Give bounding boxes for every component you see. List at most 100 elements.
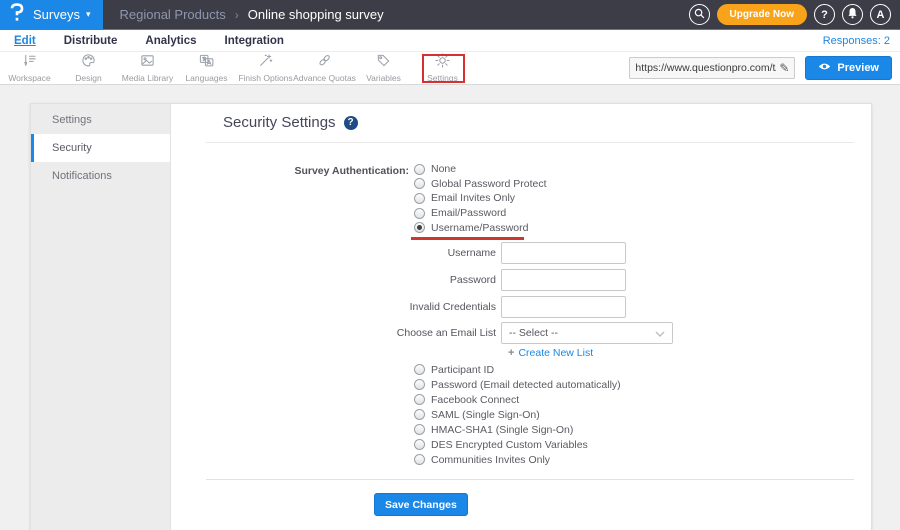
help-button[interactable]: ?	[814, 4, 835, 25]
radio-option-global-password-protect[interactable]: Global Password Protect	[414, 177, 547, 192]
palette-icon	[81, 53, 96, 73]
radio-option-facebook-connect[interactable]: Facebook Connect	[414, 392, 621, 407]
top-header: Surveys ▾ Regional Products › Online sho…	[0, 0, 900, 30]
radio-option-password-email-detected[interactable]: Password (Email detected automatically)	[414, 377, 621, 392]
tool-label: Settings	[427, 73, 458, 83]
breadcrumb-folder[interactable]: Regional Products	[120, 7, 226, 22]
radio-icon[interactable]	[414, 424, 425, 435]
email-list-row: Choose an Email List -- Select --	[171, 322, 673, 344]
radio-icon[interactable]	[414, 454, 425, 465]
radio-option-email-password[interactable]: Email/Password	[414, 206, 547, 221]
tool-label: Languages	[185, 73, 228, 83]
radio-label: None	[431, 163, 457, 176]
sidebar-item-security[interactable]: Security	[31, 134, 170, 162]
edit-toolbar: Workspace Design Media Library Languages…	[0, 52, 900, 85]
password-row: Password	[171, 269, 626, 291]
radio-option-participant-id[interactable]: Participant ID	[414, 362, 621, 377]
breadcrumb: Regional Products › Online shopping surv…	[120, 0, 384, 29]
tool-languages[interactable]: Languages	[177, 52, 236, 84]
radio-icon-selected[interactable]	[414, 222, 425, 234]
username-row: Username	[171, 242, 626, 264]
edit-url-icon[interactable]: ✎	[779, 61, 789, 75]
search-icon	[694, 8, 705, 22]
tool-label: Media Library	[121, 73, 174, 83]
header-actions: Upgrade Now ? A	[688, 0, 900, 29]
invalid-credentials-input[interactable]	[501, 296, 626, 318]
radio-icon[interactable]	[414, 379, 425, 390]
upgrade-now-button[interactable]: Upgrade Now	[716, 4, 807, 25]
bell-icon	[847, 7, 858, 22]
tab-edit[interactable]: Edit	[0, 35, 50, 47]
radio-option-des-encrypted[interactable]: DES Encrypted Custom Variables	[414, 437, 621, 452]
radio-icon[interactable]	[414, 394, 425, 405]
search-button[interactable]	[688, 4, 710, 25]
radio-icon[interactable]	[414, 364, 425, 375]
create-new-list-link[interactable]: + Create New List	[508, 347, 593, 359]
workspace-icon	[22, 53, 37, 73]
tab-analytics[interactable]: Analytics	[131, 35, 210, 47]
radio-label: Global Password Protect	[431, 177, 547, 190]
tab-integration[interactable]: Integration	[211, 35, 298, 47]
notifications-button[interactable]	[842, 4, 863, 25]
sidebar-item-notifications[interactable]: Notifications	[31, 162, 170, 190]
security-settings-main: Security Settings ? Survey Authenticatio…	[171, 104, 871, 530]
sidebar-item-settings[interactable]: Settings	[31, 106, 170, 134]
tool-label: Finish Options	[238, 73, 293, 83]
chevron-down-icon: ▾	[85, 9, 91, 19]
settings-sidebar: Settings Security Notifications	[31, 104, 171, 530]
radio-icon[interactable]	[414, 207, 425, 219]
password-input[interactable]	[501, 269, 626, 291]
chain-links-icon	[317, 53, 332, 73]
tool-design[interactable]: Design	[59, 52, 118, 84]
radio-icon[interactable]	[414, 409, 425, 420]
radio-option-username-password[interactable]: Username/Password	[414, 220, 547, 235]
toolbar-right: https://www.questionpro.com/t/APNrFZ ✎ P…	[629, 52, 900, 84]
app-window: Surveys ▾ Regional Products › Online sho…	[0, 0, 900, 530]
survey-url-text: https://www.questionpro.com/t/APNrFZ	[635, 62, 776, 74]
password-label: Password	[449, 274, 496, 286]
radio-label: Email/Password	[431, 207, 507, 220]
tab-distribute[interactable]: Distribute	[50, 35, 132, 47]
preview-button[interactable]: Preview	[805, 56, 892, 80]
radio-option-saml[interactable]: SAML (Single Sign-On)	[414, 407, 621, 422]
radio-option-email-invites-only[interactable]: Email Invites Only	[414, 191, 547, 206]
radio-icon[interactable]	[414, 178, 425, 190]
tool-label: Design	[75, 73, 102, 83]
radio-option-hmac-sha1[interactable]: HMAC-SHA1 (Single Sign-On)	[414, 422, 621, 437]
product-switcher[interactable]: Surveys ▾	[0, 0, 103, 29]
tool-advance-quotas[interactable]: Advance Quotas	[293, 52, 356, 84]
email-list-select[interactable]: -- Select --	[501, 322, 673, 344]
survey-url-box[interactable]: https://www.questionpro.com/t/APNrFZ ✎	[629, 57, 796, 79]
image-icon	[140, 53, 155, 73]
radio-option-communities-invites[interactable]: Communities Invites Only	[414, 452, 621, 467]
title-row: Security Settings ?	[223, 114, 358, 131]
tool-media-library[interactable]: Media Library	[118, 52, 177, 84]
invalid-credentials-row: Invalid Credentials	[171, 296, 626, 318]
radio-icon[interactable]	[414, 439, 425, 450]
create-new-list-label: Create New List	[518, 347, 594, 359]
avatar[interactable]: A	[870, 4, 891, 25]
username-input[interactable]	[501, 242, 626, 264]
tool-finish-options[interactable]: Finish Options	[236, 52, 295, 84]
annotation-red-underline	[411, 237, 524, 240]
secondary-nav: Edit Distribute Analytics Integration Re…	[0, 30, 900, 52]
tool-variables[interactable]: Variables	[354, 52, 413, 84]
radio-option-none[interactable]: None	[414, 162, 547, 177]
tool-settings[interactable]: Settings	[413, 52, 472, 84]
radio-icon[interactable]	[414, 163, 425, 175]
auth-options-top: None Global Password Protect Email Invit…	[414, 162, 547, 235]
invalid-credentials-label: Invalid Credentials	[409, 301, 496, 313]
responses-count[interactable]: Responses: 2	[823, 35, 900, 47]
eye-icon	[818, 62, 831, 74]
save-changes-button[interactable]: Save Changes	[374, 493, 468, 516]
radio-label: Communities Invites Only	[431, 453, 551, 466]
radio-icon[interactable]	[414, 192, 425, 204]
tag-icon	[376, 53, 391, 73]
page-title: Security Settings	[223, 114, 336, 131]
radio-label: Password (Email detected automatically)	[431, 378, 621, 391]
tool-workspace[interactable]: Workspace	[0, 52, 59, 84]
title-help-icon[interactable]: ?	[343, 115, 358, 130]
product-menu-label: Surveys	[33, 7, 80, 22]
preview-label: Preview	[837, 62, 879, 74]
translate-icon	[199, 53, 214, 73]
